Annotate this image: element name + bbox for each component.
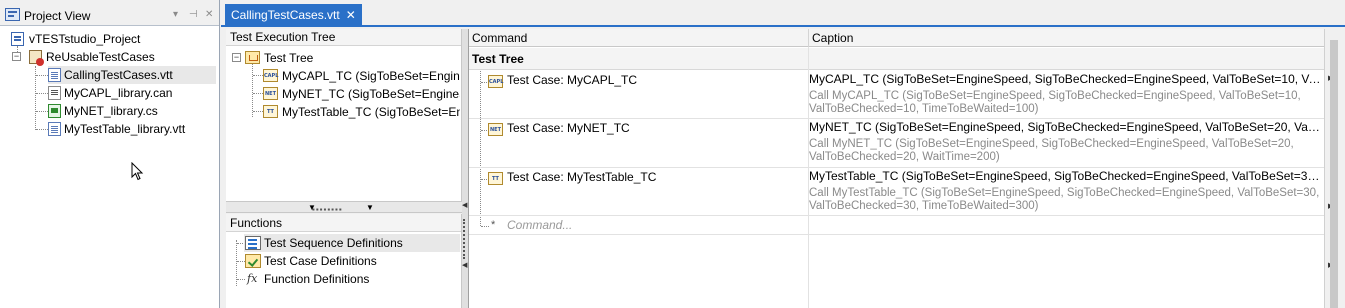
tree-connector bbox=[253, 93, 263, 94]
tree-connector bbox=[36, 111, 48, 112]
tree-connector bbox=[36, 93, 48, 94]
tree-item-label: ReUsableTestCases bbox=[46, 50, 155, 64]
project-view-title: Project View bbox=[24, 9, 91, 23]
test-table-test-case-icon: TT bbox=[263, 105, 278, 118]
table-row[interactable]: TT Test Case: MyTestTable_TC MyTestTable… bbox=[469, 168, 1325, 216]
project-view-icon bbox=[5, 8, 20, 21]
tree-item-calling-test-cases[interactable]: CallingTestCases.vtt bbox=[48, 66, 216, 84]
tree-item-test-tree[interactable]: − Test Tree bbox=[230, 49, 460, 67]
tree-connector bbox=[36, 75, 48, 76]
close-panel-icon[interactable]: ✕ bbox=[205, 9, 213, 21]
capl-test-case-icon: CAPL bbox=[488, 75, 503, 88]
splitter-grip-icon[interactable] bbox=[463, 219, 466, 259]
project-view-panel: Project View ▾ ⊣ ✕ vTESTstudio_Project −… bbox=[0, 0, 220, 308]
caption-text: MyTestTable_TC (SigToBeSet=EngineSpeed, … bbox=[809, 169, 1321, 183]
tree-item-label: vTESTstudio_Project bbox=[29, 32, 141, 46]
splitter-grip-icon[interactable]: ▪▪▪▪▪▪▪▪ bbox=[312, 205, 343, 214]
tree-item-label: Function Definitions bbox=[264, 272, 370, 286]
tree-item-project[interactable]: vTESTstudio_Project bbox=[10, 30, 210, 48]
group-row-test-tree[interactable]: Test Tree bbox=[469, 48, 1325, 70]
close-tab-icon[interactable]: ✕ bbox=[346, 8, 356, 22]
tree-item-function-definitions[interactable]: fx Function Definitions bbox=[244, 270, 460, 288]
scrollbar-thumb[interactable] bbox=[1330, 40, 1338, 308]
caption-cell[interactable]: MyNET_TC (SigToBeSet=EngineSpeed, SigToB… bbox=[809, 120, 1321, 164]
tree-item-mynet-library[interactable]: MyNET_library.cs bbox=[48, 102, 216, 120]
caption-subtext: Call MyCAPL_TC (SigToBeSet=EngineSpeed, … bbox=[809, 90, 1301, 115]
new-row-marker: * bbox=[491, 219, 496, 231]
table-row[interactable]: CAPL Test Case: MyCAPL_TC MyCAPL_TC (Sig… bbox=[469, 71, 1325, 119]
splitter-left-arrow-icon[interactable]: ◀ bbox=[462, 201, 467, 209]
test-sequence-icon bbox=[245, 236, 261, 250]
tree-connector bbox=[252, 63, 253, 117]
tree-item-test-case-definitions[interactable]: Test Case Definitions bbox=[244, 252, 460, 270]
table-row[interactable]: NET Test Case: MyNET_TC MyNET_TC (SigToB… bbox=[469, 119, 1325, 168]
tree-item-label: MyTestTable_library.vtt bbox=[64, 122, 186, 136]
tree-item-test-sequence-definitions[interactable]: Test Sequence Definitions bbox=[244, 234, 460, 252]
new-command-row[interactable]: * Command... bbox=[469, 216, 1325, 235]
csharp-file-icon bbox=[48, 104, 61, 118]
tree-item-mynet-tc[interactable]: NET MyNET_TC (SigToBeSet=EngineSpeed bbox=[263, 85, 460, 103]
tree-connector bbox=[36, 129, 48, 130]
test-unit-file-icon bbox=[48, 122, 61, 136]
caption-cell[interactable]: MyTestTable_TC (SigToBeSet=EngineSpeed, … bbox=[809, 169, 1321, 213]
tree-item-label: Test Tree bbox=[264, 51, 314, 65]
tree-item-label: CallingTestCases.vtt bbox=[64, 68, 173, 82]
functions-header: Functions bbox=[226, 214, 461, 232]
splitter-left-arrow-icon[interactable]: ◀ bbox=[462, 261, 467, 269]
library-folder-icon bbox=[29, 50, 44, 66]
capl-file-icon bbox=[48, 86, 61, 100]
tree-item-reusable-test-cases[interactable]: − ReUsableTestCases bbox=[12, 48, 212, 66]
pin-icon[interactable]: ⊣ bbox=[189, 9, 198, 21]
caption-text: MyNET_TC (SigToBeSet=EngineSpeed, SigToB… bbox=[809, 120, 1321, 134]
panel-menu-dropdown-icon[interactable]: ▾ bbox=[173, 9, 178, 21]
function-icon: fx bbox=[247, 272, 258, 285]
tree-connector bbox=[253, 75, 263, 76]
net-test-case-icon: NET bbox=[263, 87, 278, 100]
tree-item-label: MyNET_library.cs bbox=[64, 104, 158, 118]
tree-item-label: Test Case Definitions bbox=[264, 254, 377, 268]
tree-item-mytesttable-library[interactable]: MyTestTable_library.vtt bbox=[48, 120, 216, 138]
command-cell[interactable]: Test Case: MyNET_TC bbox=[507, 121, 630, 136]
test-unit-file-icon bbox=[48, 68, 61, 82]
tree-item-label: MyTestTable_TC (SigToBeSet=EngineSpeed bbox=[282, 105, 460, 119]
column-header-command[interactable]: Command bbox=[469, 29, 809, 47]
test-table-test-case-icon: TT bbox=[488, 172, 503, 185]
horizontal-splitter[interactable]: ▼ ▪▪▪▪▪▪▪▪ ▼ bbox=[226, 201, 462, 214]
test-tree-icon bbox=[245, 51, 260, 64]
caption-cell[interactable]: MyCAPL_TC (SigToBeSet=EngineSpeed, SigTo… bbox=[809, 72, 1321, 116]
command-cell[interactable]: Test Case: MyTestTable_TC bbox=[507, 170, 656, 185]
capl-test-case-icon: CAPL bbox=[263, 69, 278, 82]
tree-item-label: MyCAPL_library.can bbox=[64, 86, 173, 100]
mouse-cursor-icon bbox=[131, 162, 144, 181]
new-command-input[interactable]: Command... bbox=[507, 216, 572, 234]
tree-item-mycapl-library[interactable]: MyCAPL_library.can bbox=[48, 84, 216, 102]
tab-label: CallingTestCases.vtt bbox=[231, 8, 340, 22]
project-view-header: Project View ▾ ⊣ ✕ bbox=[0, 0, 219, 26]
splitter-down-arrow-icon[interactable]: ▼ bbox=[366, 203, 374, 212]
tree-item-label: MyNET_TC (SigToBeSet=EngineSpeed bbox=[282, 87, 460, 101]
tree-item-mytesttable-tc[interactable]: TT MyTestTable_TC (SigToBeSet=EngineSpee… bbox=[263, 103, 460, 121]
command-grid: Command Caption Test Tree CAPL Test Case… bbox=[468, 29, 1325, 308]
collapse-icon[interactable]: − bbox=[12, 52, 21, 61]
caption-subtext: Call MyTestTable_TC (SigToBeSet=EngineSp… bbox=[809, 187, 1320, 212]
tree-item-label: Test Sequence Definitions bbox=[264, 236, 403, 250]
column-header-caption[interactable]: Caption bbox=[809, 29, 1325, 47]
tree-item-label: MyCAPL_TC (SigToBeSet=EngineSpeed bbox=[282, 69, 460, 83]
collapse-icon[interactable]: − bbox=[232, 53, 241, 62]
test-execution-tree-panel: Test Execution Tree − Test Tree CAPL MyC… bbox=[226, 29, 462, 210]
caption-text: MyCAPL_TC (SigToBeSet=EngineSpeed, SigTo… bbox=[809, 72, 1321, 86]
grid-header: Command Caption bbox=[469, 29, 1325, 47]
caption-subtext: Call MyNET_TC (SigToBeSet=EngineSpeed, S… bbox=[809, 138, 1294, 163]
tab-calling-test-cases[interactable]: CallingTestCases.vtt ✕ bbox=[225, 4, 362, 27]
net-test-case-icon: NET bbox=[488, 123, 503, 136]
test-case-definition-icon bbox=[245, 254, 261, 268]
command-cell[interactable]: Test Case: MyCAPL_TC bbox=[507, 73, 637, 88]
document-tab-strip: CallingTestCases.vtt ✕ bbox=[221, 0, 1345, 27]
tree-connector bbox=[253, 111, 263, 112]
tree-item-mycapl-tc[interactable]: CAPL MyCAPL_TC (SigToBeSet=EngineSpeed bbox=[263, 67, 460, 85]
test-execution-tree-header: Test Execution Tree bbox=[226, 29, 461, 46]
functions-panel: Functions Test Sequence Definitions Test… bbox=[226, 214, 462, 308]
project-icon bbox=[11, 32, 24, 46]
